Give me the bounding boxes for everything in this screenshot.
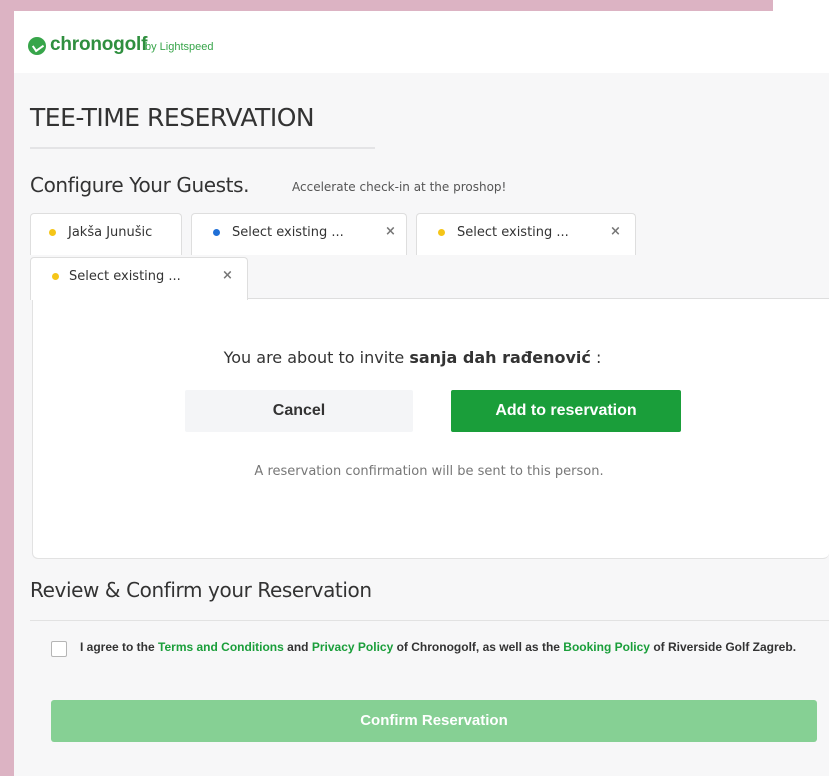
site-header: chronogolf by Lightspeed — [14, 17, 829, 73]
close-icon[interactable]: × — [610, 224, 621, 239]
invite-panel — [32, 299, 829, 559]
chronogolf-logo-icon[interactable] — [28, 37, 46, 55]
guest-tab-label: Select existing ... — [69, 269, 181, 284]
status-dot-icon — [438, 229, 445, 236]
agree-and: and — [287, 640, 309, 654]
invitee-name: sanja dah rađenović — [409, 348, 591, 367]
booking-policy-link[interactable]: Booking Policy — [563, 640, 650, 654]
guests-section-title: Configure Your Guests. — [30, 173, 250, 197]
agree-prefix: I agree to the — [80, 640, 155, 654]
brand-by: by Lightspeed — [145, 41, 214, 53]
status-dot-icon — [213, 229, 220, 236]
guests-section-subtitle: Accelerate check-in at the proshop! — [292, 180, 507, 194]
guest-tab-3[interactable]: Select existing ... × — [416, 213, 636, 255]
agree-of-chronogolf: of Chronogolf, as well as the — [396, 640, 560, 654]
guest-tab-4[interactable]: Select existing ... × — [30, 257, 248, 300]
review-divider — [30, 620, 829, 621]
guest-tab-label: Select existing ... — [457, 225, 569, 240]
guest-tab-label: Jakša Junušic — [68, 225, 153, 240]
agree-of-course: of Riverside Golf Zagreb. — [653, 640, 797, 654]
window-frame-left — [0, 11, 14, 776]
privacy-policy-link[interactable]: Privacy Policy — [312, 640, 393, 654]
invite-suffix: : — [595, 348, 602, 367]
review-section-title: Review & Confirm your Reservation — [30, 578, 372, 602]
confirmation-note: A reservation confirmation will be sent … — [254, 464, 604, 479]
close-icon[interactable]: × — [385, 224, 396, 239]
confirm-reservation-button[interactable]: Confirm Reservation — [51, 700, 817, 742]
agreement-text: I agree to the Terms and Conditions and … — [80, 639, 825, 655]
guest-tab-1[interactable]: Jakša Junušic — [30, 213, 182, 255]
agree-checkbox[interactable] — [51, 641, 67, 657]
cancel-button[interactable]: Cancel — [185, 390, 413, 432]
status-dot-icon — [52, 273, 59, 280]
window-frame-top — [0, 0, 773, 11]
guest-tab-label: Select existing ... — [232, 225, 344, 240]
add-to-reservation-button[interactable]: Add to reservation — [451, 390, 681, 432]
status-dot-icon — [49, 229, 56, 236]
brand-name[interactable]: chronogolf — [50, 34, 147, 56]
page-content: chronogolf by Lightspeed TEE-TIME RESERV… — [14, 17, 829, 776]
page-title: TEE-TIME RESERVATION — [30, 103, 315, 132]
title-divider — [30, 147, 375, 149]
close-icon[interactable]: × — [222, 268, 233, 283]
invite-message: You are about to invite sanja dah rađeno… — [14, 348, 811, 367]
invite-prefix: You are about to invite — [223, 348, 405, 367]
guest-tab-2[interactable]: Select existing ... × — [191, 213, 407, 255]
terms-link[interactable]: Terms and Conditions — [158, 640, 284, 654]
